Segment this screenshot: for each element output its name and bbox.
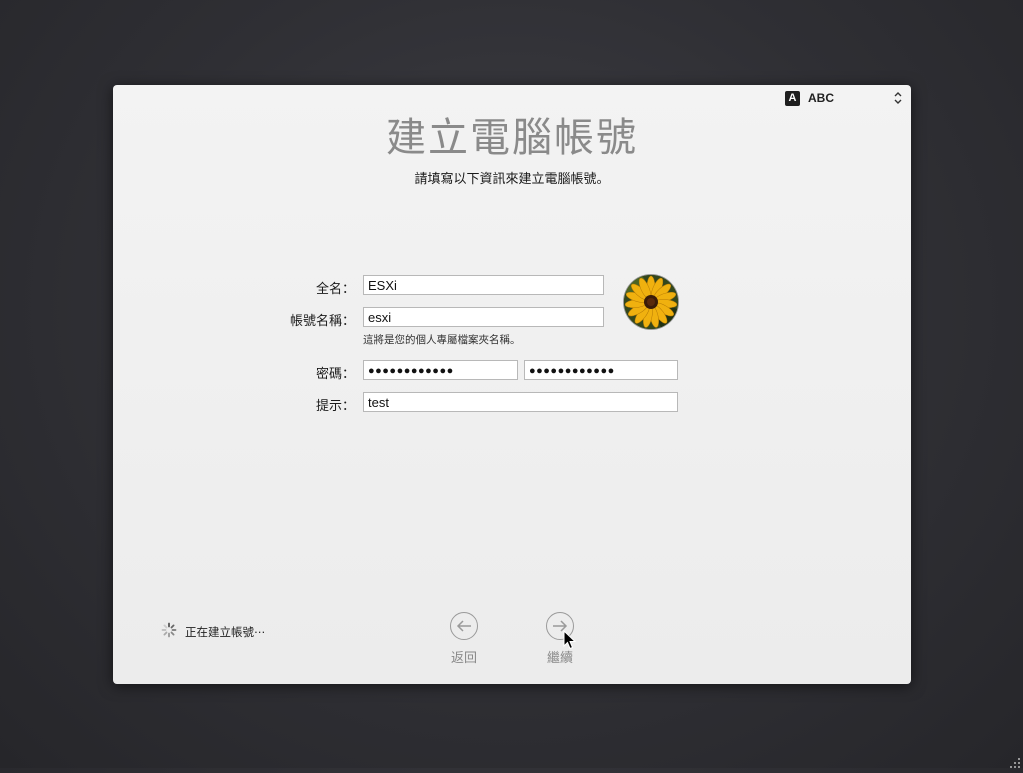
account-name-label: 帳號名稱： [289, 314, 355, 329]
full-name-label: 全名： [315, 282, 355, 297]
back-label: 返回 [450, 651, 477, 666]
continue-label: 繼續 [546, 651, 573, 666]
setup-window: A ABC 建立電腦帳號 請填寫以下資訊來建立電腦帳號。 全名： ESXi 帳號… [113, 85, 911, 684]
account-name-field[interactable]: esxi [363, 307, 604, 327]
password-label: 密碼： [315, 367, 355, 382]
sunflower-avatar-icon[interactable] [624, 275, 678, 329]
page-subtitle: 請填寫以下資訊來建立電腦帳號。 [414, 172, 610, 187]
keyboard-badge-icon: A [785, 90, 800, 106]
chevron-up-down-icon [893, 90, 903, 106]
input-source-name: ABC [808, 91, 834, 105]
status-text: 正在建立帳號⋯ [185, 625, 266, 639]
continue-button[interactable]: 繼續 [530, 612, 590, 666]
arrow-left-icon [450, 612, 478, 640]
page-title: 建立電腦帳號 [386, 115, 638, 161]
hint-label: 提示： [315, 399, 355, 414]
status-area: 正在建立帳號⋯ [161, 622, 266, 642]
mouse-cursor-icon [563, 629, 577, 650]
account-name-help: 這將是您的個人專屬檔案夾名稱。 [363, 334, 521, 346]
back-button[interactable]: 返回 [434, 612, 494, 666]
verify-password-field[interactable]: ●●●●●●●●●●●● [524, 360, 678, 380]
hint-field[interactable]: test [363, 392, 678, 412]
spinner-icon [161, 622, 177, 642]
password-field[interactable]: ●●●●●●●●●●●● [363, 360, 518, 380]
full-name-field[interactable]: ESXi [363, 275, 604, 295]
resize-grip-icon[interactable] [1009, 754, 1021, 768]
